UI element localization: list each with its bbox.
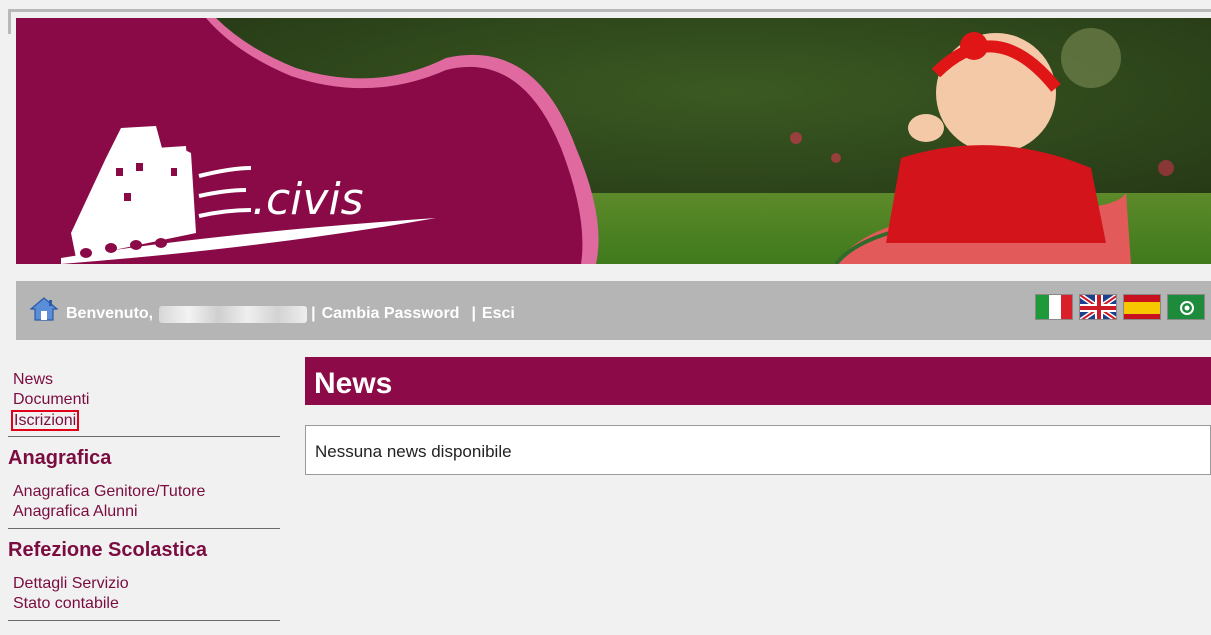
language-selector bbox=[1035, 294, 1205, 320]
logout-link[interactable]: Esci bbox=[482, 305, 515, 323]
banner-image: .civis bbox=[16, 18, 1211, 264]
section-heading-anagrafica: Anagrafica bbox=[8, 447, 112, 469]
logo-text: .civis bbox=[252, 174, 364, 225]
frame-border bbox=[8, 9, 1211, 12]
content-header: News bbox=[305, 357, 1211, 405]
page-title: News bbox=[314, 367, 393, 400]
section-heading-refezione: Refezione Scolastica bbox=[8, 539, 207, 561]
sidebar-item-news[interactable]: News bbox=[13, 370, 290, 390]
arabic-flag-icon[interactable] bbox=[1167, 294, 1205, 320]
toolbar-separator: | bbox=[471, 305, 476, 322]
divider bbox=[8, 620, 280, 621]
header-banner: .civis bbox=[16, 18, 1211, 264]
welcome-bar: Benvenuto, | Cambia Password | Esci bbox=[66, 305, 515, 323]
divider bbox=[8, 436, 280, 437]
sidebar-item-stato-contabile[interactable]: Stato contabile bbox=[13, 594, 290, 614]
home-icon[interactable] bbox=[29, 296, 59, 322]
toolbar-separator: | bbox=[311, 305, 316, 322]
sidebar-item-anagrafica-alunni[interactable]: Anagrafica Alunni bbox=[13, 502, 290, 522]
empty-news-message: Nessuna news disponibile bbox=[315, 442, 512, 461]
change-password-link[interactable]: Cambia Password bbox=[322, 305, 460, 323]
sidebar-item-documenti[interactable]: Documenti bbox=[13, 390, 290, 410]
welcome-label: Benvenuto, bbox=[66, 305, 154, 322]
sidebar-item-dettagli-servizio[interactable]: Dettagli Servizio bbox=[13, 574, 290, 594]
sidebar-item-iscrizioni[interactable]: Iscrizioni bbox=[11, 410, 80, 431]
sidebar-item-anagrafica-genitore[interactable]: Anagrafica Genitore/Tutore bbox=[13, 482, 290, 502]
frame-border-left bbox=[8, 9, 11, 34]
redacted-user-name bbox=[159, 305, 308, 323]
uk-flag-icon[interactable] bbox=[1079, 294, 1117, 320]
sidebar-nav: News Documenti Iscrizioni Anagrafica Ana… bbox=[0, 360, 290, 621]
news-panel: Nessuna news disponibile bbox=[305, 425, 1211, 475]
italian-flag-icon[interactable] bbox=[1035, 294, 1073, 320]
user-toolbar: Benvenuto, | Cambia Password | Esci bbox=[16, 281, 1211, 340]
divider bbox=[8, 528, 280, 529]
spanish-flag-icon[interactable] bbox=[1123, 294, 1161, 320]
